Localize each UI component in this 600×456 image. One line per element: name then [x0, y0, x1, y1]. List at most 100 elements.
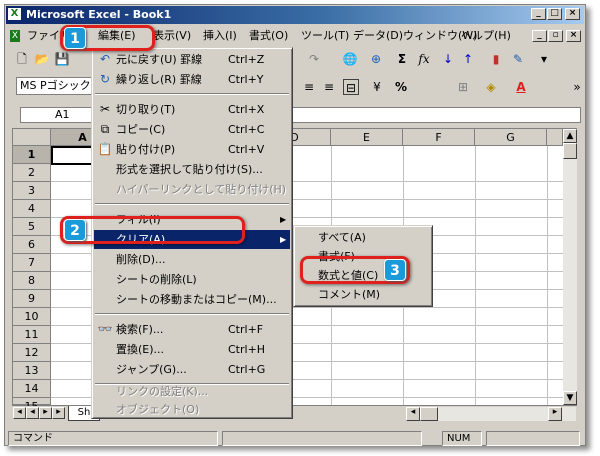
maximize-button[interactable]: □ — [547, 8, 562, 20]
formatting-toolbar: ≡ ≡ ⊟ ¥ % ⊞ ◈ A » — [285, 75, 585, 99]
function-icon[interactable]: fx — [416, 51, 432, 67]
doc-minimize-button[interactable]: _ — [532, 30, 547, 42]
menu-item-replace[interactable]: 置換(E)... Ctrl+H — [94, 340, 290, 359]
row-header[interactable]: 7 — [13, 254, 51, 272]
row-header[interactable]: 12 — [13, 344, 51, 362]
column-header[interactable]: E — [331, 129, 403, 146]
menu-item-delete-sheet[interactable]: シートの削除(L) — [94, 270, 290, 289]
menu-item-goto[interactable]: ジャンプ(G)... Ctrl+G — [94, 360, 290, 379]
close-button[interactable]: × — [565, 8, 580, 20]
currency-icon[interactable]: ¥ — [369, 79, 385, 95]
step-badge-1: 1 — [64, 27, 86, 49]
status-middle — [222, 431, 422, 446]
sort-ascending-icon[interactable]: ↓ — [440, 51, 456, 67]
scroll-left-icon[interactable]: ◂ — [406, 407, 420, 421]
font-color-icon[interactable]: A — [513, 79, 529, 95]
doc-close-button[interactable]: × — [566, 30, 581, 42]
merge-center-icon[interactable]: ⊟ — [343, 79, 359, 95]
web-toolbar-icon[interactable]: ⊕ — [368, 51, 384, 67]
row-header[interactable]: 9 — [13, 290, 51, 308]
font-name-box[interactable]: MS Pゴシック — [16, 77, 94, 95]
menu-view[interactable]: 表示(V) — [150, 28, 194, 44]
menu-item-redo[interactable]: ↻ 繰り返し(R) 罫線 Ctrl+Y — [94, 70, 290, 89]
submenu-arrow-icon: ▶ — [280, 215, 287, 224]
row-header[interactable]: 5 — [13, 218, 51, 236]
toolbar-options-icon[interactable]: » — [569, 79, 585, 95]
drawing-icon[interactable]: ✎ — [510, 51, 526, 67]
row-header[interactable]: 4 — [13, 200, 51, 218]
menu-item-paste[interactable]: 📋 貼り付け(P) Ctrl+V — [94, 140, 290, 159]
undo-icon: ↶ — [99, 52, 111, 66]
horizontal-scrollbar[interactable]: ◂ ▸ — [406, 407, 576, 421]
menu-item-delete[interactable]: 削除(D)... — [94, 250, 290, 269]
align-center-icon[interactable]: ≡ — [301, 79, 317, 95]
redo-icon[interactable]: ↷ — [306, 51, 322, 67]
column-header[interactable]: G — [475, 129, 547, 146]
vertical-scrollbar[interactable]: ▲ ▼ — [563, 129, 577, 405]
scroll-up-icon[interactable]: ▲ — [563, 129, 577, 143]
menu-item-paste-special[interactable]: 形式を選択して貼り付け(S)... — [94, 160, 290, 179]
step-badge-3: 3 — [384, 259, 406, 281]
menu-data[interactable]: データ(D) — [350, 28, 406, 44]
hyperlink-icon[interactable]: 🌐 — [342, 51, 358, 67]
excel-app-icon[interactable]: X — [8, 8, 21, 20]
open-icon[interactable]: 📂 — [34, 51, 50, 67]
row-header[interactable]: 11 — [13, 326, 51, 344]
menu-item-copy[interactable]: ⧉ コピー(C) Ctrl+C — [94, 120, 290, 139]
scissors-icon: ✂ — [99, 102, 111, 116]
window-title: Microsoft Excel - Book1 — [26, 8, 172, 21]
row-header[interactable]: 14 — [13, 380, 51, 398]
submenu-arrow-icon: ▶ — [280, 235, 287, 244]
status-bar: コマンド NUM — [6, 429, 584, 446]
row-header[interactable]: 15 — [13, 398, 51, 413]
save-icon[interactable]: 💾 — [54, 51, 70, 67]
row-header[interactable]: 3 — [13, 182, 51, 200]
menu-insert[interactable]: 挿入(I) — [200, 28, 240, 44]
select-all-corner[interactable] — [13, 129, 51, 146]
menu-item-links: リンクの設定(K)... — [116, 385, 209, 398]
row-header[interactable]: 13 — [13, 362, 51, 380]
new-icon[interactable]: 🗋 — [14, 51, 30, 67]
last-sheet-icon[interactable]: ▸ — [52, 407, 65, 419]
excel-window: Microsoft Excel - Book1 X _ □ × X ファイル(F… — [4, 4, 586, 446]
row-header[interactable]: 10 — [13, 308, 51, 326]
percent-icon[interactable]: % — [393, 79, 409, 95]
h-scroll-thumb[interactable] — [420, 407, 438, 421]
zoom-dropdown-icon[interactable]: ▾ — [536, 51, 552, 67]
scroll-down-icon[interactable]: ▼ — [563, 391, 577, 405]
sort-descending-icon[interactable]: ↑ — [460, 51, 476, 67]
menu-item-undo[interactable]: ↶ 元に戻す(U) 罫線 Ctrl+Z — [94, 50, 290, 69]
row-header[interactable]: 1 — [13, 146, 51, 164]
menu-tools[interactable]: ツール(T) — [298, 28, 352, 44]
row-header[interactable]: 2 — [13, 164, 51, 182]
scroll-thumb[interactable] — [563, 143, 577, 159]
clipboard-icon: 📋 — [97, 142, 113, 156]
row-header[interactable]: 6 — [13, 236, 51, 254]
column-header[interactable]: F — [403, 129, 475, 146]
align-right-icon[interactable]: ≡ — [321, 79, 337, 95]
workbook-icon[interactable]: X — [10, 30, 20, 42]
doc-restore-button[interactable]: ▫ — [548, 30, 563, 42]
borders-icon[interactable]: ⊞ — [455, 79, 471, 95]
menu-item-paste-hyperlink: ハイパーリンクとして貼り付け(H) — [116, 183, 287, 196]
submenu-item-all[interactable]: すべて(A) — [296, 228, 430, 247]
menu-item-move-copy-sheet[interactable]: シートの移動またはコピー(M)... — [94, 290, 290, 309]
menu-help[interactable]: ヘルプ(H) — [458, 28, 514, 44]
menu-format[interactable]: 書式(O) — [246, 28, 291, 44]
column-header-empty — [547, 129, 563, 146]
next-sheet-icon[interactable]: ▸ — [39, 407, 52, 419]
menu-item-cut[interactable]: ✂ 切り取り(T) Ctrl+X — [94, 100, 290, 119]
title-bar: Microsoft Excel - Book1 — [6, 6, 584, 24]
submenu-item-comments[interactable]: コメント(M) — [296, 285, 430, 304]
autosum-icon[interactable]: Σ — [394, 51, 410, 67]
menu-separator — [95, 203, 289, 205]
fill-color-icon[interactable]: ◈ — [483, 79, 499, 95]
first-sheet-icon[interactable]: ◂ — [13, 407, 26, 419]
menu-item-find[interactable]: 👓 検索(F)... Ctrl+F — [94, 320, 290, 339]
chart-wizard-icon[interactable]: ▮ — [488, 51, 504, 67]
prev-sheet-icon[interactable]: ◂ — [26, 407, 39, 419]
row-header[interactable]: 8 — [13, 272, 51, 290]
scroll-right-icon[interactable]: ▸ — [548, 407, 562, 421]
minimize-button[interactable]: _ — [531, 8, 546, 20]
status-mode: コマンド — [8, 431, 218, 446]
